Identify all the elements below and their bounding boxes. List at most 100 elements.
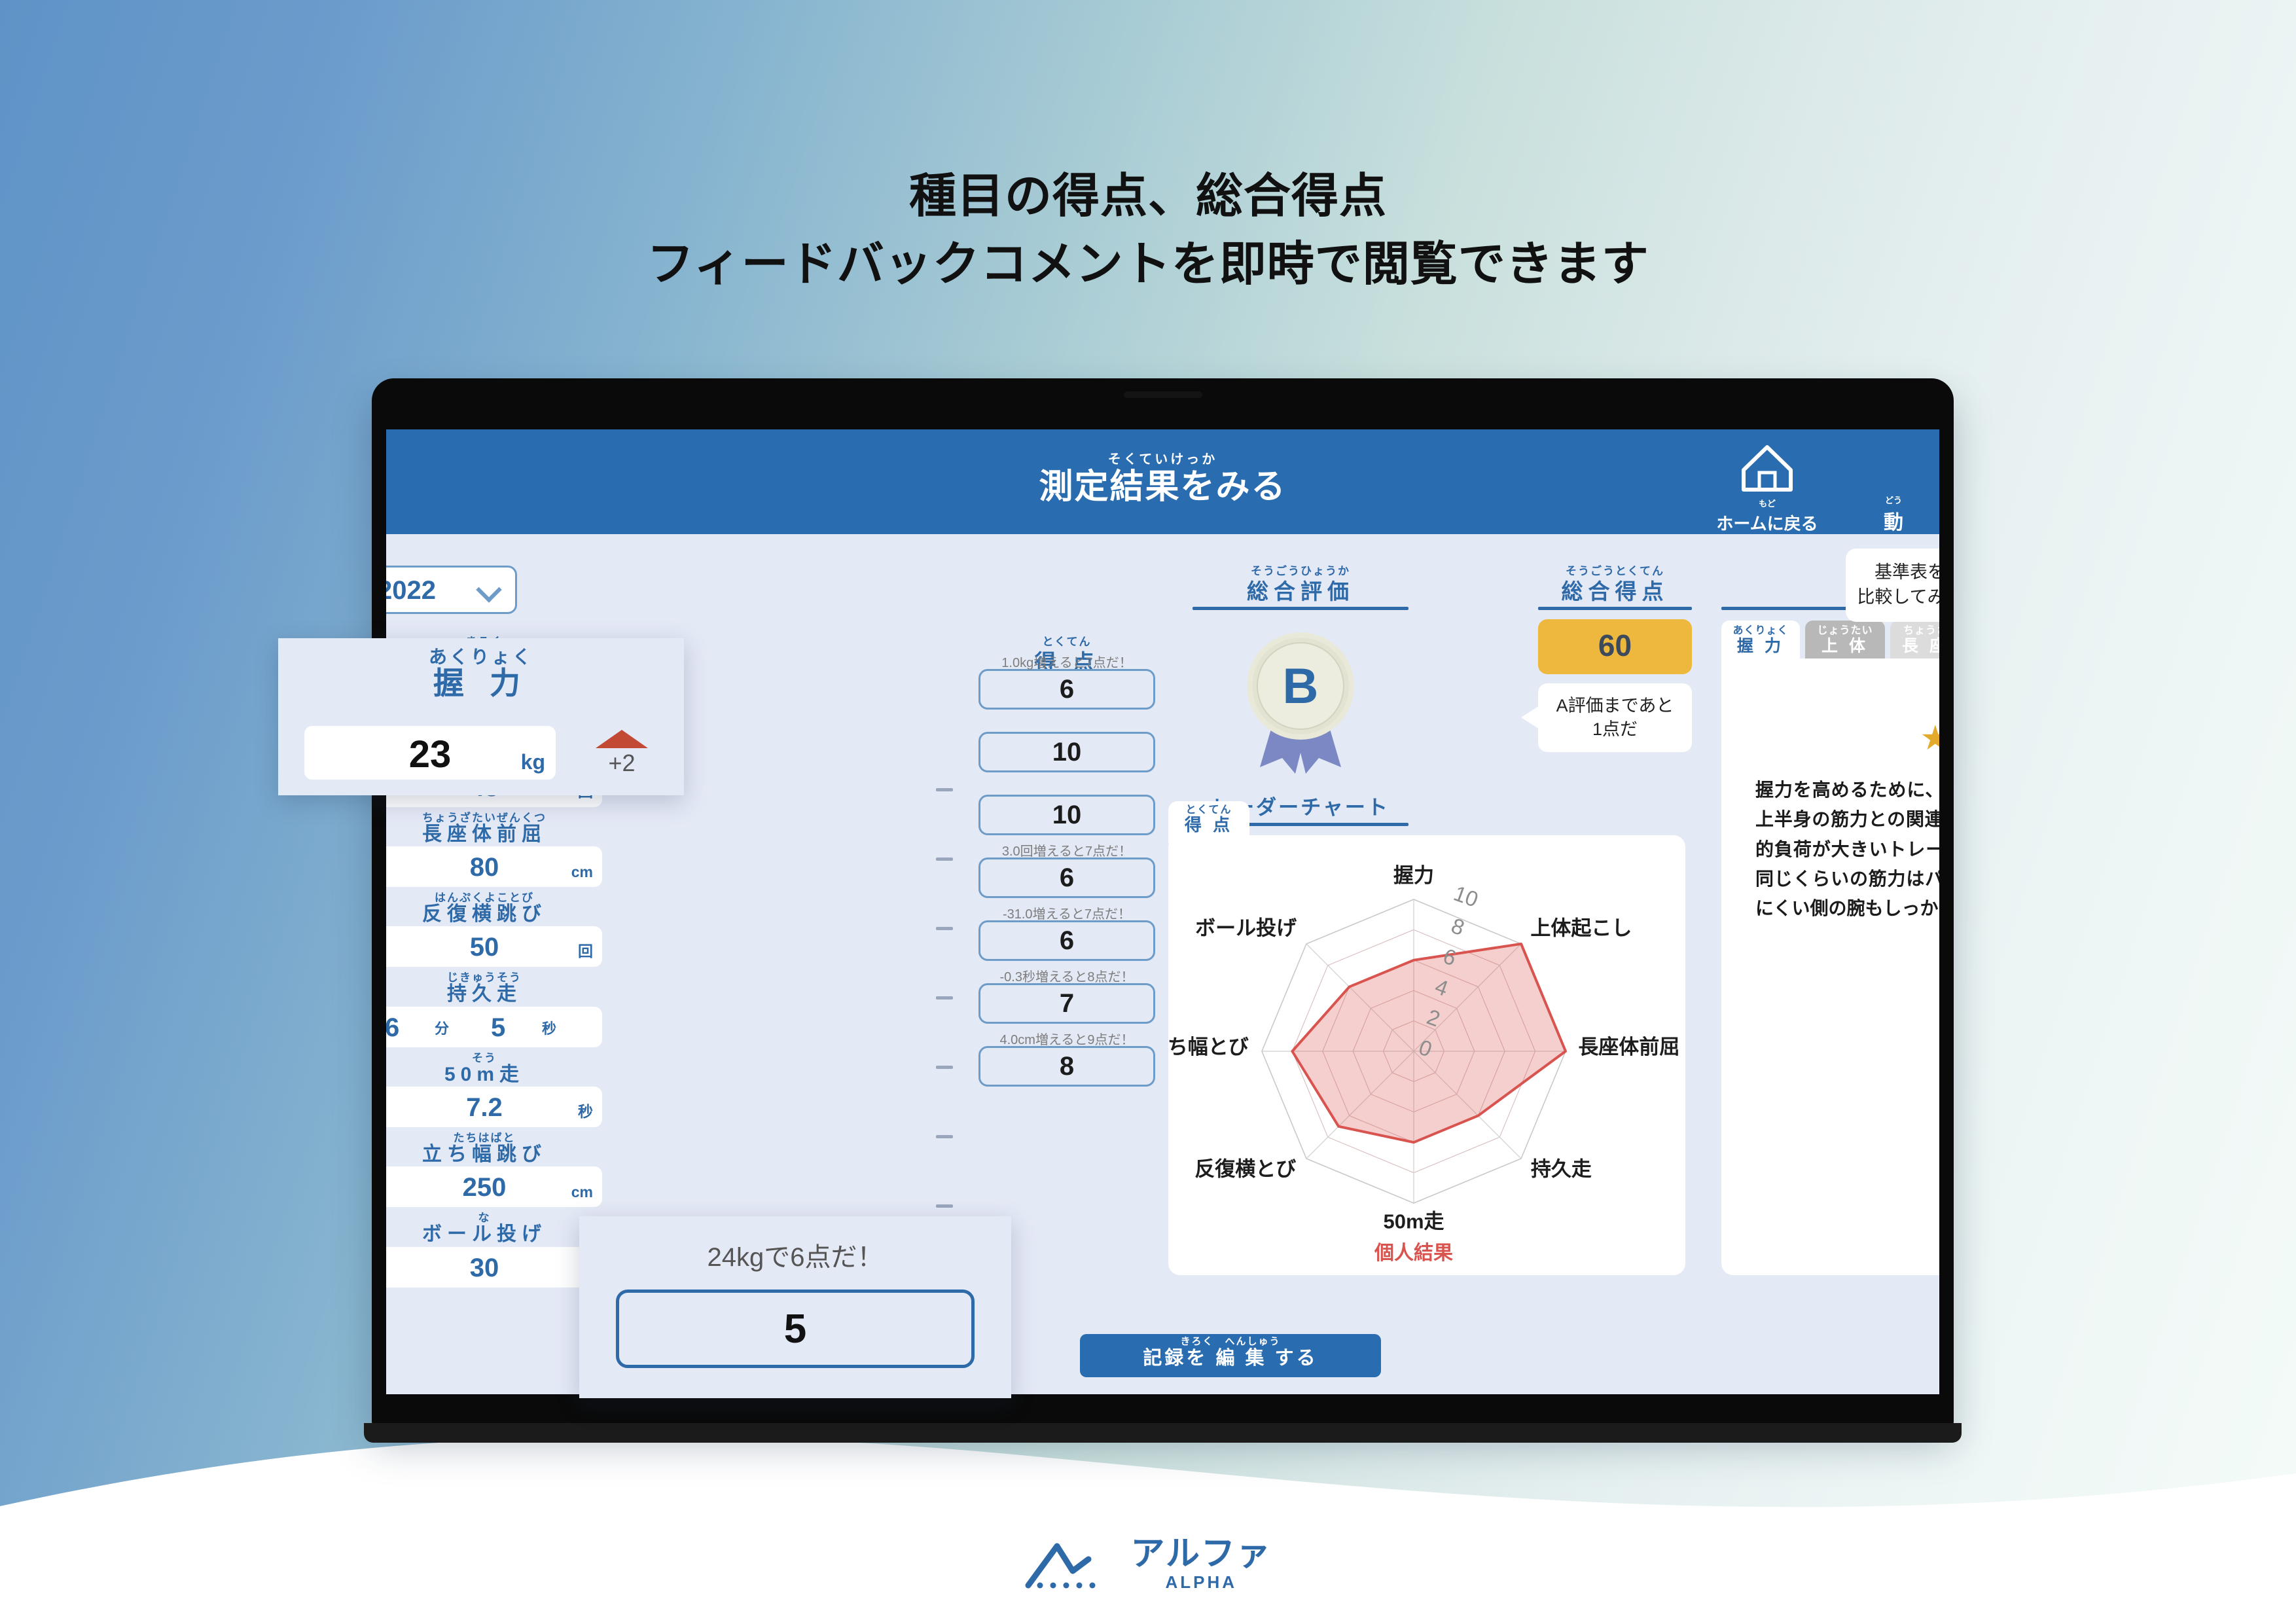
score-row: 10 xyxy=(978,778,1155,835)
score-hint: 3.0回増えると7点だ！ xyxy=(1001,844,1132,859)
headline-line-1: 種目の得点、総合得点 xyxy=(908,170,1387,223)
edit-record-button[interactable]: きろく へんしゅう 記録を 編 集 する xyxy=(1080,1334,1381,1377)
score-value[interactable]: 10 xyxy=(978,732,1155,772)
record-input[interactable]: 250 cm xyxy=(386,1166,602,1208)
score-popup-value[interactable]: 5 xyxy=(616,1290,975,1368)
record-label: そう 50m走 xyxy=(386,1051,602,1085)
record-unit-2: 秒 xyxy=(542,1020,557,1037)
page-title: そくていけっか 測定結果をみる xyxy=(1039,453,1286,509)
record-label-ruby: そう xyxy=(472,1051,497,1064)
total-score-ruby: そうごうとくてん xyxy=(1566,565,1664,577)
record-score-dash xyxy=(936,996,953,1000)
home-button[interactable]: もど ホームに戻る xyxy=(1705,444,1829,535)
feedback-text: 握力を高めるために、改善方法を考えてみましょう。握力は上半身の筋力との関連性が高… xyxy=(1755,780,1939,919)
record-input[interactable]: 6 分 5 秒 xyxy=(386,1006,602,1047)
radar-chart-card: 0246810握力上体起こし長座体前屈持久走50m走反復横とび立ち幅とびボール投… xyxy=(1147,835,1685,1275)
star-filled-icon: ★ xyxy=(1920,719,1939,757)
score-column-ruby: とくてん xyxy=(1042,636,1092,648)
year-select[interactable]: 2022 xyxy=(386,566,517,614)
fitness-tab-ruby: ちょうざ xyxy=(1903,624,1939,636)
home-icon xyxy=(1742,445,1793,492)
grip-popup-delta-value: +2 xyxy=(608,749,636,776)
score-hint: 4.0cm増えると9点だ！ xyxy=(999,1033,1134,1047)
record-unit: cm xyxy=(571,863,593,881)
record-input[interactable]: 50 回 xyxy=(386,926,602,967)
record-value: 80 xyxy=(469,853,499,882)
total-score-underline xyxy=(1538,606,1692,610)
star-rating: ★★★☆☆ xyxy=(1721,659,1939,758)
total-score-value: 60 xyxy=(1538,619,1692,674)
record-value: 6 xyxy=(386,1013,400,1042)
record-label-ruby: ちょうざたいぜんくつ xyxy=(422,811,547,824)
record-input[interactable]: 30m xyxy=(386,1246,602,1288)
score-hint: -31.0増えると7点だ！ xyxy=(1002,907,1132,922)
record-label: たちはばと 立ち幅跳び xyxy=(386,1132,602,1164)
record-row: そう 50m走 7.2 秒 xyxy=(386,1051,602,1128)
record-score-dash xyxy=(936,857,953,861)
radar-legend: 個人結果 xyxy=(1374,1242,1453,1264)
laptop-base xyxy=(364,1423,1962,1443)
score-value[interactable]: 6 xyxy=(978,920,1155,961)
home-button-label: ホームに戻る xyxy=(1716,514,1818,533)
movie-button-label: 動 xyxy=(1884,512,1903,533)
fitness-tab-ruby: じょうたい xyxy=(1817,624,1873,636)
record-label: なボール投げ xyxy=(386,1212,602,1244)
score-row: 1.0kg増えると7点だ！ 6 xyxy=(978,652,1155,710)
total-score-title: 総合得点 xyxy=(1561,579,1669,604)
grade-tip-bubble: A評価まであと 1点だ xyxy=(1521,683,1692,752)
footer: アルファ ALPHA xyxy=(0,1536,2296,1593)
kijun-callout-line-2: 比較してみよう！ xyxy=(1857,586,1939,607)
movie-button[interactable]: どう 動 xyxy=(1854,444,1933,535)
radar-chart: 0246810握力上体起こし長座体前屈持久走50m走反復横とび立ち幅とびボール投… xyxy=(1147,864,1680,1264)
fitness-tab-label: 上 体 xyxy=(1821,636,1869,655)
grade-letter: B xyxy=(1283,659,1319,714)
score-value[interactable]: 10 xyxy=(978,795,1155,835)
record-label-text: 50m走 xyxy=(444,1063,525,1085)
app-header: そくていけっか 測定結果をみる もど ホームに戻る どう 動 xyxy=(386,429,1939,534)
radar-category-label: 持久走 xyxy=(1531,1157,1592,1180)
page-title-ruby: そくていけっか xyxy=(1107,452,1218,467)
score-value[interactable]: 6 xyxy=(978,669,1155,710)
record-row: なボール投げ30m xyxy=(386,1212,602,1288)
record-input[interactable]: 7.2 秒 xyxy=(386,1087,602,1128)
record-row: じきゅうそう 持久走 6 分 5 秒 xyxy=(386,972,602,1047)
fitness-tab-ruby: あくりょく xyxy=(1732,624,1789,636)
grip-popup-field[interactable]: 23 kg xyxy=(304,726,556,780)
record-score-dash xyxy=(936,788,953,791)
record-score-dash xyxy=(936,927,953,930)
overall-eval-underline xyxy=(1193,606,1408,610)
record-label: ちょうざたいぜんくつ 長座体前屈 xyxy=(386,812,602,844)
record-label-ruby: はんぷくよことび xyxy=(435,892,534,905)
record-value: 50 xyxy=(469,933,499,962)
grip-popup-label: あくりょく 握 力 xyxy=(278,647,684,700)
record-value-2: 5 xyxy=(491,1013,506,1042)
score-hint: 1.0kg増えると7点だ！ xyxy=(1001,656,1132,670)
grip-zoom-popup: あくりょく 握 力 23 kg +2 xyxy=(278,638,684,795)
overall-eval-ruby: そうごうひょうか xyxy=(1251,565,1350,577)
headline-line-2: フィードバックコメントを即時で閲覧できます xyxy=(647,238,1649,291)
radar-category-label: 長座体前屈 xyxy=(1578,1036,1679,1058)
score-row: -0.3秒増えると8点だ！ 7 xyxy=(978,966,1155,1024)
fitness-tab-label: 握 力 xyxy=(1737,636,1784,655)
record-label-text: 反復横跳び xyxy=(422,903,547,925)
alpha-chart-logo xyxy=(1025,1543,1096,1589)
radar-score-tab-ruby: とくてん xyxy=(1185,804,1232,816)
record-input[interactable]: 80 cm xyxy=(386,846,602,888)
score-value[interactable]: 8 xyxy=(978,1046,1155,1087)
score-list: 1.0kg増えると7点だ！ 6 10 10 3.0回増えると7点だ！ 6 -31.0増えると… xyxy=(978,652,1155,1092)
radar-category-label: 握力 xyxy=(1393,864,1434,887)
page-headline: 種目の得点、総合得点 フィードバックコメントを即時で閲覧できます xyxy=(0,162,2296,299)
record-row: たちはばと 立ち幅跳び 250 cm xyxy=(386,1132,602,1208)
grip-popup-ruby: あくりょく xyxy=(428,647,533,667)
medal-icon: B xyxy=(1247,632,1354,774)
grip-popup-delta: +2 xyxy=(586,730,658,777)
laptop-camera xyxy=(1123,391,1202,398)
total-score-column: そうごうとくてん 総合得点 60 A評価まであと 1点だ xyxy=(1521,565,1692,752)
record-label-ruby: じきゅうそう xyxy=(447,971,522,984)
record-label-ruby: たちはばと xyxy=(453,1132,516,1145)
score-hint: -0.3秒増えると8点だ！ xyxy=(999,970,1134,984)
score-row: 3.0回増えると7点だ！ 6 xyxy=(978,840,1155,898)
score-value[interactable]: 7 xyxy=(978,983,1155,1024)
record-score-dash xyxy=(936,1066,953,1069)
score-value[interactable]: 6 xyxy=(978,857,1155,898)
